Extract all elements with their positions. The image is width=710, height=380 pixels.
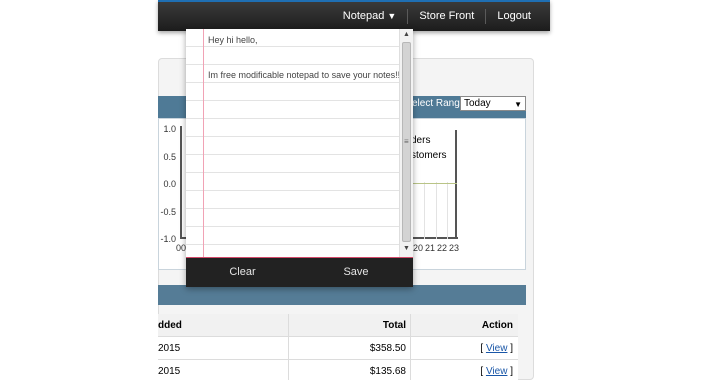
notepad-menu-label: Notepad	[342, 10, 385, 22]
order-action: [ View ]	[480, 343, 513, 354]
legend-customers: stomers	[411, 150, 447, 161]
note-line: Hey hi hello,	[208, 35, 258, 45]
y-tick: -1.0	[160, 234, 176, 244]
plot-frame-right	[413, 130, 457, 239]
save-button[interactable]: Save	[299, 258, 413, 287]
legend-orders: ders	[411, 135, 431, 146]
top-nav-links: Notepad ▼ Store Front Logout	[332, 8, 542, 24]
y-tick: 1.0	[163, 124, 176, 134]
view-link[interactable]: View	[486, 366, 508, 377]
notepad-margin-line	[203, 29, 204, 257]
column-total: Total	[382, 320, 406, 331]
column-date-added: dded	[158, 320, 182, 331]
caret-down-icon: ▼	[387, 11, 397, 21]
order-total: $135.68	[369, 366, 406, 377]
order-date: 2015	[158, 366, 181, 377]
grid-line	[424, 182, 425, 239]
orders-header-bar	[158, 285, 526, 305]
top-nav-bar: Notepad ▼ Store Front Logout	[158, 0, 550, 31]
view-link[interactable]: View	[486, 343, 508, 354]
clear-button[interactable]: Clear	[186, 258, 299, 287]
scroll-up-icon[interactable]: ▲	[400, 29, 413, 41]
grid-line	[447, 182, 448, 239]
x-tick: 22	[437, 243, 448, 253]
order-action: [ View ]	[480, 366, 513, 377]
table-header-row: dded Total Action	[158, 314, 518, 337]
dropdown-arrow-icon: ▼	[514, 100, 522, 109]
grip-icon: ≡	[404, 137, 409, 146]
x-tick: 00	[176, 243, 187, 253]
admin-dashboard: Notepad ▼ Store Front Logout elect Range:…	[0, 0, 710, 380]
notepad-scrollbar[interactable]: ▲ ≡ ▼	[399, 29, 413, 257]
column-action: Action	[481, 320, 513, 331]
grid-line	[436, 182, 437, 239]
notepad-menu[interactable]: Notepad ▼	[332, 8, 408, 24]
note-line: Im free modificable notepad to save your…	[208, 70, 399, 80]
notepad-textarea[interactable]: Hey hi hello, Im free modificable notepa…	[186, 29, 399, 257]
table-row: 2015 $358.50 [ View ]	[158, 337, 518, 360]
store-front-link[interactable]: Store Front	[408, 8, 485, 24]
notepad-popup: Hey hi hello, Im free modificable notepa…	[186, 29, 413, 287]
range-select[interactable]: Today ▼	[460, 96, 526, 111]
logout-link[interactable]: Logout	[486, 8, 542, 24]
notepad-actions: Clear Save	[186, 257, 413, 287]
order-total: $358.50	[369, 343, 406, 354]
scrollbar-thumb[interactable]: ≡	[402, 42, 411, 242]
range-select-value: Today	[464, 98, 491, 109]
scroll-down-icon[interactable]: ▼	[400, 243, 413, 255]
series-line	[413, 183, 457, 184]
x-tick: 23	[449, 243, 460, 253]
y-tick: 0.0	[163, 179, 176, 189]
order-date: 2015	[158, 343, 181, 354]
y-tick: 0.5	[163, 152, 176, 162]
table-row: 2015 $135.68 [ View ]	[158, 360, 518, 380]
y-tick: -0.5	[160, 207, 176, 217]
x-tick: 20	[413, 243, 424, 253]
x-tick: 21	[425, 243, 436, 253]
